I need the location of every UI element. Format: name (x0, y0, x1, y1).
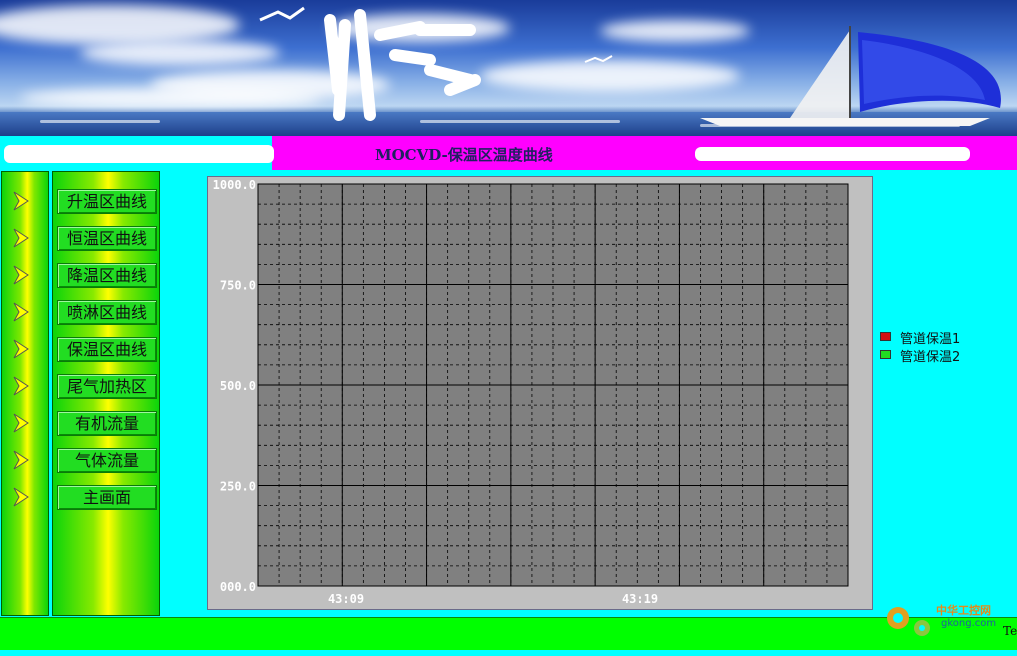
legend-label: 管道保温1 (900, 332, 961, 347)
nav-button-3[interactable]: 降温区曲线 (57, 263, 157, 288)
chevron-right-icon (13, 413, 29, 433)
nav-button-7[interactable]: 有机流量 (57, 411, 157, 436)
x-tick-label: 43:19 (622, 592, 658, 606)
header-banner (0, 0, 1017, 136)
chevron-right-icon (13, 376, 29, 396)
nav-button-6[interactable]: 尾气加热区 (57, 374, 157, 399)
sailboat-icon (259, 6, 1001, 126)
page-title: MOCVD-保温区温度曲线 (375, 146, 553, 164)
watermark-name: 中华工控网 (936, 604, 991, 617)
nav-button-2[interactable]: 恒温区曲线 (57, 226, 157, 251)
chevron-right-icon (13, 450, 29, 470)
legend-swatch (880, 350, 891, 359)
legend-swatch (880, 332, 891, 341)
status-bar (0, 617, 1017, 650)
chevron-right-icon (13, 487, 29, 507)
trend-chart: 1000.0 750.0 500.0 250.0 000.0 43:09 43:19 (213, 178, 849, 606)
nav-button-9[interactable]: 主画面 (57, 485, 157, 510)
chevron-right-icon (13, 228, 29, 248)
chevron-right-icon (13, 302, 29, 322)
nav-button-5[interactable]: 保温区曲线 (57, 337, 157, 362)
x-tick-label: 43:09 (328, 592, 364, 606)
y-tick-label: 1000.0 (213, 178, 256, 192)
redacted-mark (4, 145, 274, 163)
nav-button-8[interactable]: 气体流量 (57, 448, 157, 473)
y-tick-label: 750.0 (220, 279, 256, 293)
nav-button-1[interactable]: 升温区曲线 (57, 189, 157, 214)
watermark-url: gkong.com (941, 618, 997, 629)
nav-button-4[interactable]: 喷淋区曲线 (57, 300, 157, 325)
redacted-mark (695, 147, 970, 161)
y-tick-label: 250.0 (220, 480, 256, 494)
y-tick-label: 500.0 (220, 379, 256, 393)
y-tick-label: 000.0 (220, 580, 256, 594)
legend-label: 管道保温2 (900, 350, 961, 365)
chevron-right-icon (13, 265, 29, 285)
chevron-right-icon (13, 191, 29, 211)
chevron-right-icon (13, 339, 29, 359)
